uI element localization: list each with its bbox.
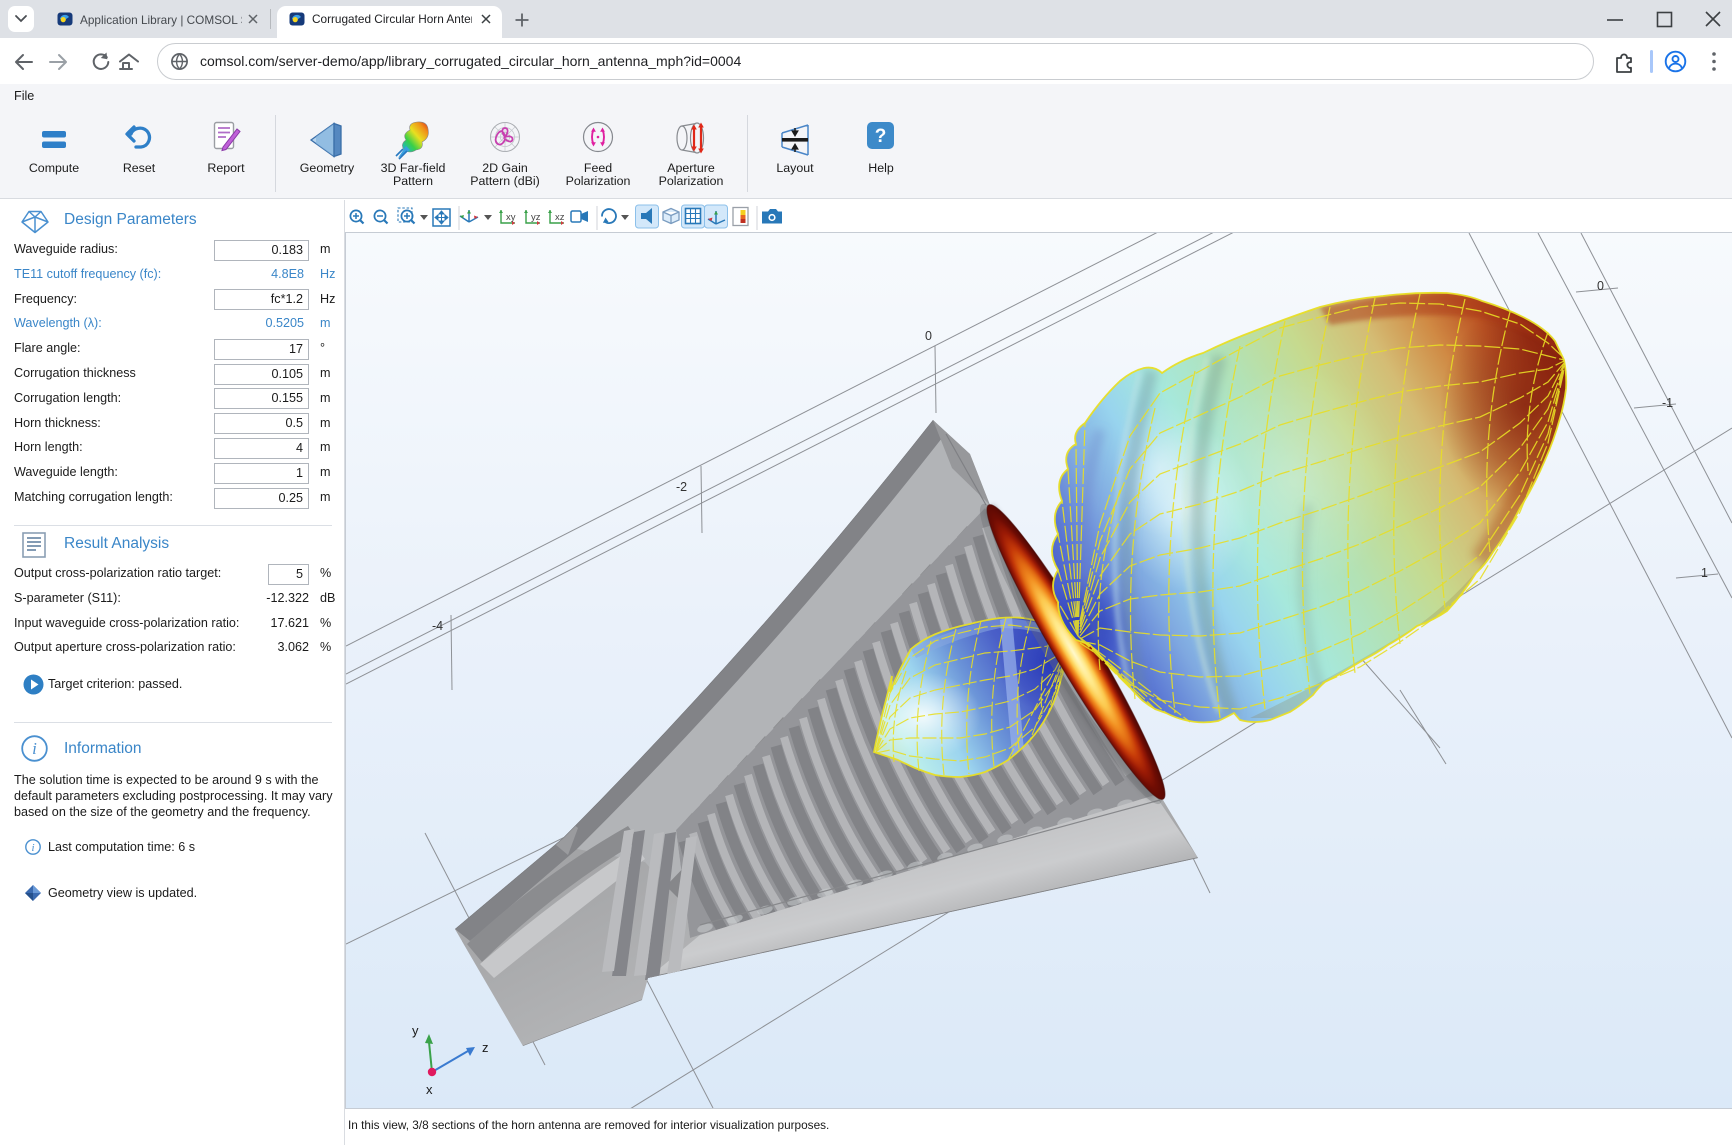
svg-text:i: i	[32, 739, 37, 758]
svg-text:?: ?	[875, 126, 887, 147]
svg-text:-2: -2	[676, 480, 687, 494]
svg-text:0: 0	[1597, 279, 1604, 293]
svg-text:1: 1	[1701, 566, 1708, 580]
svg-text:x: x	[426, 1082, 433, 1097]
svg-text:-4: -4	[432, 619, 443, 633]
svg-text:z: z	[482, 1040, 489, 1055]
svg-text:yz: yz	[531, 212, 541, 223]
svg-text:xy: xy	[506, 212, 516, 223]
svg-text:xz: xz	[555, 212, 565, 223]
svg-text:y: y	[412, 1023, 419, 1038]
svg-text:-1: -1	[1662, 396, 1673, 410]
svg-text:0: 0	[925, 329, 932, 343]
svg-text:i: i	[31, 842, 34, 854]
